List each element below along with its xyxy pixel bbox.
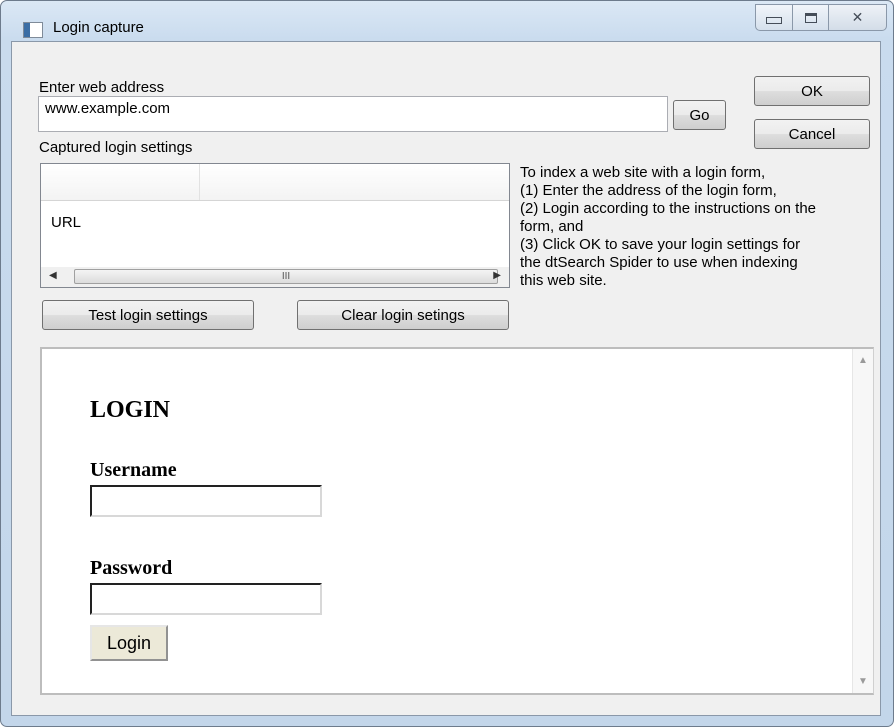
- web-username-input[interactable]: [90, 485, 322, 517]
- web-password-input[interactable]: [90, 583, 322, 615]
- close-button[interactable]: ✕: [829, 4, 887, 31]
- horizontal-scrollbar[interactable]: ◀ III ▶: [41, 267, 509, 287]
- instruction-line: (2) Login according to the instructions …: [520, 200, 817, 217]
- minimize-icon: [766, 17, 782, 24]
- list-item[interactable]: URL: [51, 214, 81, 231]
- login-capture-window: Login capture ✕ Enter web address www.ex…: [0, 0, 894, 727]
- instructions-text: To index a web site with a login form, (…: [520, 164, 870, 290]
- list-column-header[interactable]: [41, 164, 200, 200]
- cancel-button[interactable]: Cancel: [754, 119, 870, 149]
- instruction-line: (3) Click OK to save your login settings…: [520, 236, 801, 253]
- scroll-left-icon[interactable]: ◀: [49, 270, 57, 281]
- test-login-settings-button[interactable]: Test login settings: [42, 300, 254, 330]
- web-login-heading: LOGIN: [90, 397, 171, 423]
- scroll-down-icon[interactable]: ▼: [858, 676, 868, 687]
- address-label: Enter web address: [39, 79, 165, 96]
- maximize-button[interactable]: [793, 4, 829, 31]
- title-bar[interactable]: Login capture ✕: [1, 1, 893, 41]
- ok-button[interactable]: OK: [754, 76, 870, 106]
- instruction-line: the dtSearch Spider to use when indexing: [520, 254, 798, 271]
- address-input-value: www.example.com: [45, 100, 171, 117]
- dialog-client-area: Enter web address www.example.com Go OK …: [11, 41, 881, 716]
- captured-settings-label: Captured login settings: [39, 139, 193, 156]
- clear-login-settings-button[interactable]: Clear login setings: [297, 300, 509, 330]
- instruction-line: (1) Enter the address of the login form,: [520, 182, 777, 199]
- list-header: [41, 164, 509, 201]
- web-username-label: Username: [90, 459, 177, 481]
- embedded-browser[interactable]: LOGIN Username Password Login ▲ ▼: [40, 347, 874, 695]
- address-input[interactable]: www.example.com: [38, 96, 668, 132]
- web-login-button[interactable]: Login: [90, 625, 168, 661]
- minimize-button[interactable]: [755, 4, 793, 31]
- app-window-icon: [23, 22, 43, 38]
- maximize-icon: [804, 12, 817, 23]
- caption-buttons: ✕: [755, 4, 887, 31]
- scroll-thumb[interactable]: III: [74, 269, 498, 284]
- go-button[interactable]: Go: [673, 100, 726, 130]
- close-icon: ✕: [851, 9, 864, 26]
- web-password-label: Password: [90, 557, 173, 579]
- vertical-scrollbar[interactable]: ▲ ▼: [852, 349, 873, 693]
- scroll-up-icon[interactable]: ▲: [858, 355, 868, 366]
- instruction-line: this web site.: [520, 272, 607, 289]
- scroll-right-icon[interactable]: ▶: [493, 270, 501, 281]
- instruction-line: form, and: [520, 218, 584, 235]
- window-title: Login capture: [53, 19, 144, 36]
- instruction-line: To index a web site with a login form,: [520, 164, 766, 181]
- captured-settings-list[interactable]: URL ◀ III ▶: [40, 163, 510, 288]
